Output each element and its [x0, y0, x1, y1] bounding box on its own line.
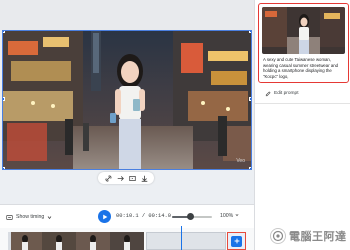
- editor-main: Veo Show timing 00:10.1 / 00:14.0 100%: [0, 0, 254, 250]
- canvas-top-area: [0, 0, 254, 30]
- chevron-down-icon: [47, 215, 52, 219]
- show-timing-label: Show timing: [16, 214, 45, 220]
- plus-icon: [234, 238, 239, 244]
- zoom-slider-thumb[interactable]: [186, 213, 194, 220]
- resize-handle-left[interactable]: [3, 97, 5, 101]
- playback-toolbar: Show timing 00:10.1 / 00:14.0 100%: [0, 204, 254, 228]
- frames-icon[interactable]: [128, 174, 136, 182]
- add-clip-button[interactable]: [231, 235, 242, 247]
- app-window: Veo Show timing 00:10.1 / 00:14.0 100% A…: [0, 0, 350, 250]
- video-preview[interactable]: Veo: [2, 30, 252, 170]
- timeline-playhead[interactable]: [181, 226, 182, 250]
- timeline: [0, 228, 254, 250]
- prompt-card[interactable]: A sexy and cute Taiwanese woman, wearing…: [258, 3, 349, 83]
- timeline-empty-slot[interactable]: [146, 232, 226, 250]
- add-clip-slot[interactable]: [227, 232, 246, 250]
- extend-icon[interactable]: [116, 174, 124, 182]
- logo-mark-icon: [270, 228, 286, 244]
- clip-action-bar: [98, 172, 154, 184]
- resize-handle-top-left[interactable]: [3, 31, 5, 33]
- chevron-down-icon: [235, 214, 239, 217]
- download-icon[interactable]: [140, 174, 148, 182]
- edit-prompt-button[interactable]: Edit prompt: [265, 89, 299, 98]
- zoom-value-label: 100%: [220, 213, 234, 219]
- timing-icon: [6, 214, 13, 220]
- show-timing-button[interactable]: Show timing: [6, 211, 52, 223]
- time-readout: 00:10.1 / 00:14.0: [116, 213, 171, 219]
- site-logo: 電腦王阿達: [270, 228, 347, 244]
- video-frame-image: [3, 31, 251, 169]
- panel-divider: [255, 103, 350, 104]
- play-button[interactable]: [98, 210, 111, 223]
- logo-text: 電腦王阿達: [289, 230, 347, 243]
- prompt-text: A sexy and cute Taiwanese woman, wearing…: [263, 57, 338, 79]
- edit-prompt-label: Edit prompt: [274, 91, 299, 96]
- zoom-dropdown[interactable]: 100%: [220, 213, 239, 219]
- play-icon: [102, 214, 107, 219]
- timeline-clip[interactable]: [8, 232, 144, 250]
- link-icon[interactable]: [104, 174, 112, 182]
- video-watermark: Veo: [236, 158, 245, 164]
- prompt-thumbnail: [262, 7, 345, 54]
- pencil-icon: [265, 90, 271, 96]
- zoom-slider[interactable]: [172, 213, 212, 220]
- prompt-panel: A sexy and cute Taiwanese woman, wearing…: [254, 0, 350, 250]
